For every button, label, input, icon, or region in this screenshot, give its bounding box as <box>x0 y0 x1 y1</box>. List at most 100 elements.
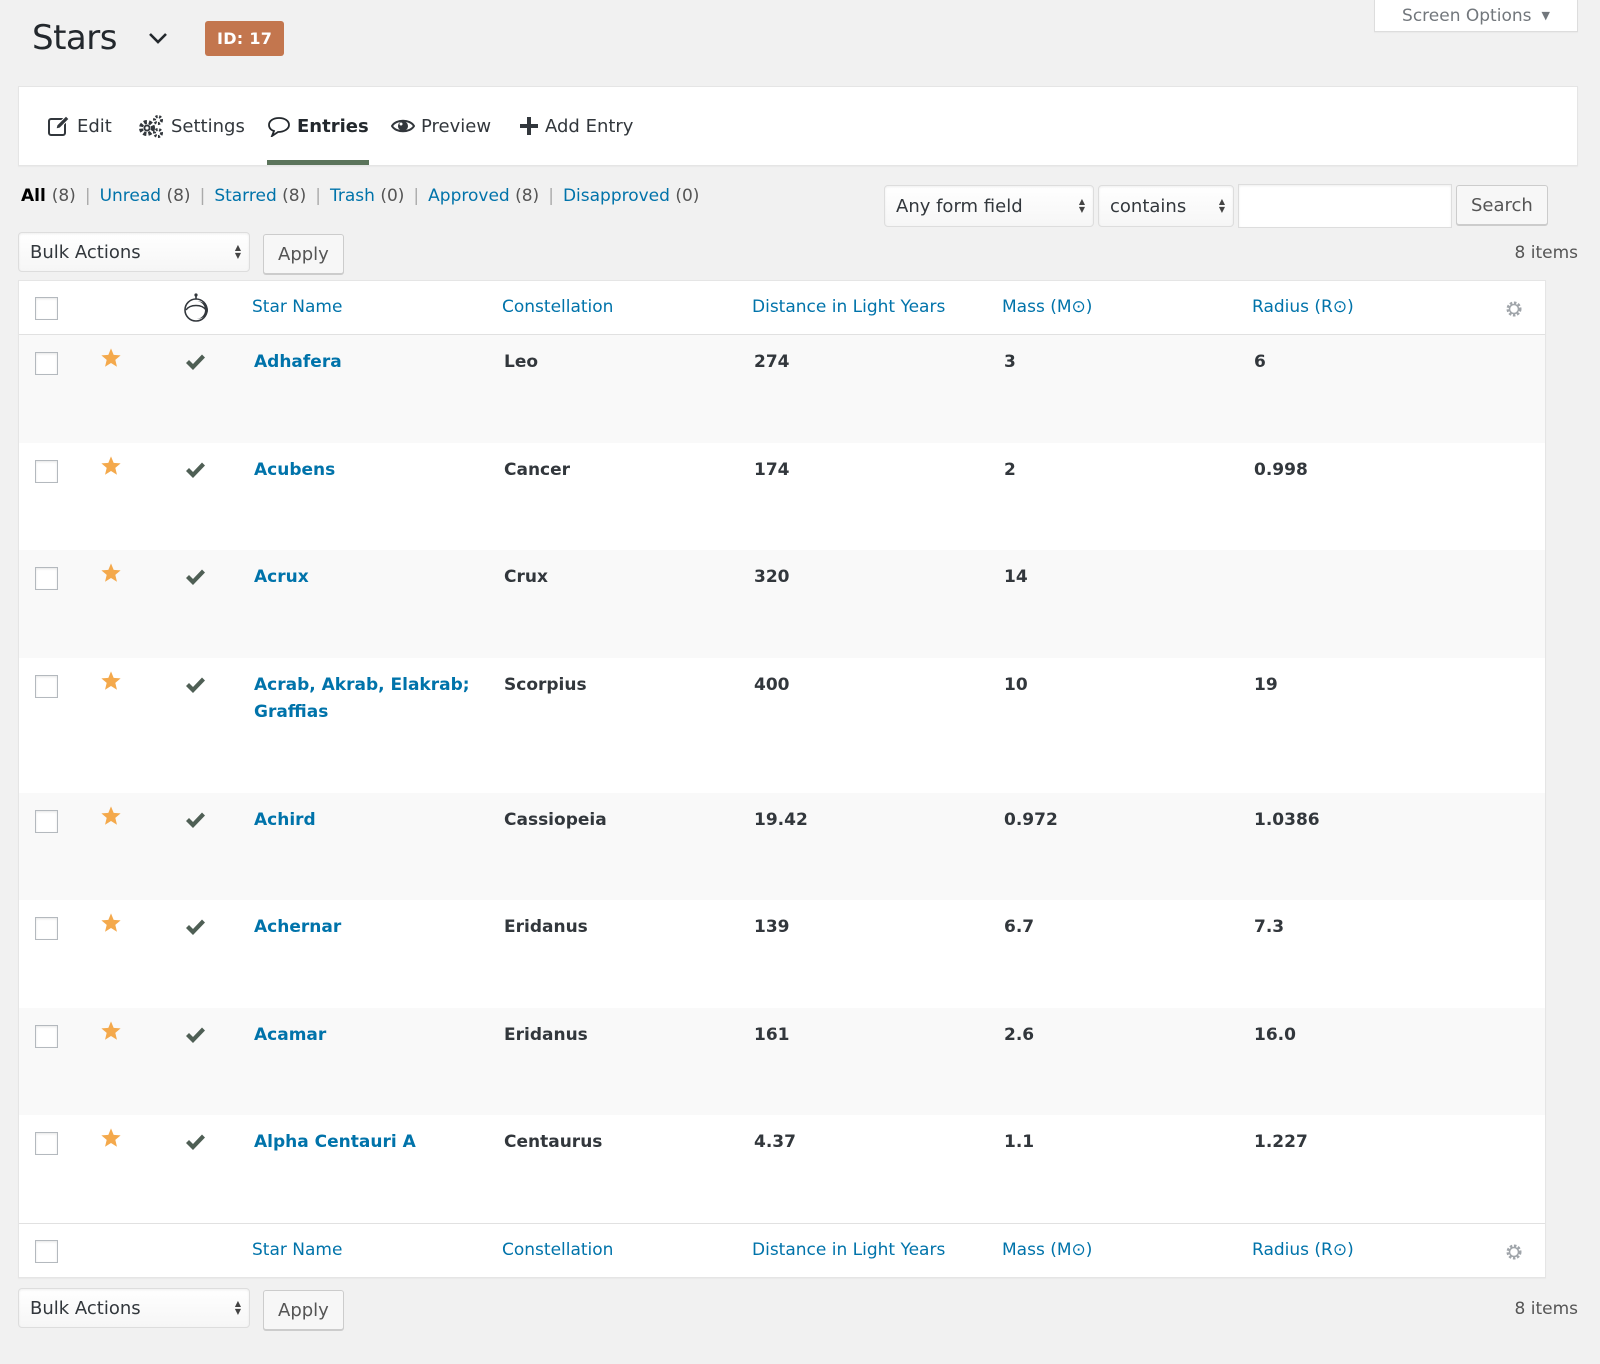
cell-star-name[interactable]: Acubens <box>254 457 484 484</box>
cell-mass: 2 <box>1004 459 1016 480</box>
row-checkbox[interactable] <box>35 1132 58 1155</box>
filter-disapproved[interactable]: Disapproved (0) <box>563 186 700 206</box>
search-field-select-value: Any form field <box>896 195 1023 217</box>
search-button[interactable]: Search <box>1456 185 1548 225</box>
filter-unread-label: Unread <box>99 186 162 206</box>
filter-separator: | <box>315 186 321 206</box>
column-header-mass[interactable]: Mass (M⊙) <box>1002 297 1092 317</box>
row-checkbox[interactable] <box>35 917 58 940</box>
gears-icon <box>137 114 165 138</box>
cell-mass: 6.7 <box>1004 917 1035 937</box>
column-settings-gear-icon[interactable] <box>1505 1243 1523 1261</box>
approved-check-icon[interactable] <box>184 676 206 698</box>
cell-radius: 7.3 <box>1254 917 1285 937</box>
cell-star-name[interactable]: Acamar <box>254 1022 484 1049</box>
toolbar-preview[interactable]: Preview <box>391 87 491 165</box>
row-checkbox[interactable] <box>35 459 58 483</box>
row-checkbox[interactable] <box>35 674 58 698</box>
column-footer-star-name[interactable]: Star Name <box>252 1240 342 1260</box>
filter-all[interactable]: All (8) <box>21 186 76 206</box>
cell-constellation: Scorpius <box>504 674 587 695</box>
star-icon[interactable] <box>100 455 122 477</box>
column-header-constellation[interactable]: Constellation <box>502 297 613 317</box>
star-icon[interactable] <box>100 805 122 827</box>
row-checkbox[interactable] <box>35 567 58 590</box>
star-icon[interactable] <box>100 562 122 584</box>
column-header-star-name[interactable]: Star Name <box>252 297 342 317</box>
cell-constellation: Leo <box>504 352 539 372</box>
form-switcher-chevron-down-icon[interactable] <box>147 27 169 49</box>
approved-check-icon[interactable] <box>184 918 206 940</box>
column-footer-radius[interactable]: Radius (R⊙) <box>1252 1240 1354 1260</box>
cell-mass: 0.972 <box>1004 809 1058 830</box>
cell-distance: 4.37 <box>754 1132 796 1152</box>
approved-check-icon[interactable] <box>184 568 206 590</box>
cell-constellation: Crux <box>504 567 548 587</box>
column-footer-distance[interactable]: Distance in Light Years <box>752 1240 945 1260</box>
bulk-actions-value: Bulk Actions <box>30 241 141 263</box>
select-all-checkbox-footer[interactable] <box>35 1239 58 1263</box>
approved-check-icon[interactable] <box>184 353 206 375</box>
star-icon[interactable] <box>100 1020 122 1042</box>
bulk-actions-select-bottom[interactable]: Bulk Actions ▲ ▼ <box>18 1288 250 1328</box>
toolbar-edit[interactable]: Edit <box>47 87 112 165</box>
table-row: Alpha Centauri A Centaurus 4.37 1.1 1.227 <box>19 1115 1545 1223</box>
column-header-distance[interactable]: Distance in Light Years <box>752 297 945 317</box>
cell-star-name[interactable]: Achernar <box>254 914 484 941</box>
cell-radius: 0.998 <box>1254 459 1308 480</box>
filter-approved-label: Approved <box>428 186 510 206</box>
cell-star-name[interactable]: Achird <box>254 807 484 834</box>
column-footer-mass[interactable]: Mass (M⊙) <box>1002 1240 1092 1260</box>
approved-check-icon[interactable] <box>184 1026 206 1048</box>
bulk-actions-select[interactable]: Bulk Actions ▲ ▼ <box>18 232 250 272</box>
cell-star-name[interactable]: Acrux <box>254 564 484 591</box>
select-arrows-icon: ▲ ▼ <box>234 1299 241 1316</box>
row-checkbox[interactable] <box>35 1024 58 1048</box>
filter-approved[interactable]: Approved (8) <box>428 186 539 206</box>
cell-star-name[interactable]: Acrab, Akrab, Elakrab; Graffias <box>254 672 484 726</box>
filter-disapproved-label: Disapproved <box>562 186 670 206</box>
column-header-radius[interactable]: Radius (R⊙) <box>1252 297 1354 317</box>
toolbar-add-entry[interactable]: Add Entry <box>519 87 633 165</box>
star-icon[interactable] <box>100 670 122 692</box>
screen-options-button[interactable]: Screen Options ▼ <box>1374 0 1578 32</box>
star-icon[interactable] <box>100 912 122 934</box>
search-operator-select-value: contains <box>1110 195 1187 217</box>
cell-star-name[interactable]: Adhafera <box>254 349 484 376</box>
filter-starred[interactable]: Starred (8) <box>214 186 306 206</box>
row-checkbox[interactable] <box>35 809 58 833</box>
table-row: Acrab, Akrab, Elakrab; Graffias Scorpius 4… <box>19 658 1545 793</box>
filter-unread[interactable]: Unread (8) <box>100 186 191 206</box>
toolbar-entries[interactable]: Entries <box>267 87 369 165</box>
cell-distance: 274 <box>754 352 790 372</box>
apply-button-bottom[interactable]: Apply <box>263 1290 344 1330</box>
approved-check-icon[interactable] <box>184 1133 206 1155</box>
column-settings-gear-icon[interactable] <box>1505 300 1523 318</box>
star-icon[interactable] <box>100 1127 122 1149</box>
page-header: Stars ID: 17 <box>32 18 285 58</box>
cell-star-name[interactable]: Alpha Centauri A <box>254 1129 484 1156</box>
apply-button[interactable]: Apply <box>263 234 344 274</box>
approval-status-icon <box>182 293 210 323</box>
approved-check-icon[interactable] <box>184 811 206 833</box>
cell-constellation: Eridanus <box>504 1024 588 1045</box>
filter-trash[interactable]: Trash (0) <box>330 186 404 206</box>
cell-mass: 3 <box>1004 352 1016 372</box>
select-all-checkbox[interactable] <box>35 297 58 320</box>
search-input[interactable] <box>1238 184 1452 228</box>
toolbar-settings[interactable]: Settings <box>137 87 245 165</box>
search-field-select[interactable]: Any form field ▲ ▼ <box>884 185 1094 227</box>
table-row: Acamar Eridanus 161 2.6 16.0 <box>19 1007 1545 1115</box>
cell-constellation: Cassiopeia <box>504 809 607 830</box>
cell-mass: 14 <box>1004 567 1028 587</box>
filter-separator: | <box>199 186 206 206</box>
search-operator-select[interactable]: contains ▲ ▼ <box>1098 185 1234 227</box>
cell-constellation: Eridanus <box>504 917 588 937</box>
row-checkbox[interactable] <box>35 352 58 375</box>
toolbar-preview-label: Preview <box>421 115 492 137</box>
star-icon[interactable] <box>100 347 122 369</box>
filter-separator: | <box>84 186 91 206</box>
approved-check-icon[interactable] <box>184 461 206 483</box>
column-footer-constellation[interactable]: Constellation <box>502 1240 613 1260</box>
filter-all-label: All <box>21 186 46 206</box>
